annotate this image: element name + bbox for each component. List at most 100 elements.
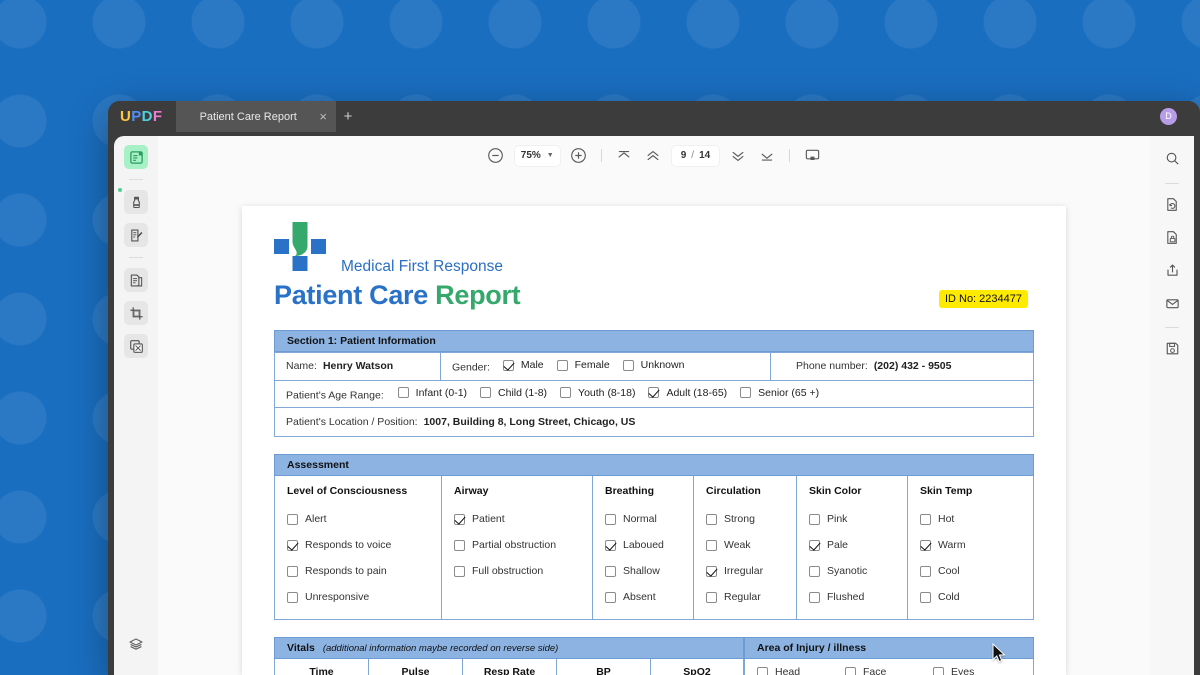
checkbox-icon[interactable] [287,539,298,551]
option-regular[interactable]: Regular [706,584,796,610]
option-label: Laboued [623,539,664,551]
zoom-in-icon[interactable] [569,146,589,166]
age-option-youth[interactable]: Youth (8-18) [560,387,635,399]
gender-option-male[interactable]: Male [502,359,544,371]
gender-option-female[interactable]: Female [556,359,610,371]
option-alert[interactable]: Alert [287,506,441,532]
option-laboued[interactable]: Laboued [605,532,693,558]
option-patient[interactable]: Patient [454,506,592,532]
checkbox-icon[interactable] [560,387,572,398]
pdf-page[interactable]: Medical First Response Patient Care Repo… [242,206,1066,675]
zoom-level-select[interactable]: 75% ▼ [514,145,560,166]
checkbox-icon[interactable] [454,565,465,577]
checkbox-icon[interactable] [605,539,616,551]
save-icon[interactable] [1162,338,1182,358]
checkbox-icon[interactable] [920,591,931,603]
checkbox-icon[interactable] [502,359,514,371]
crop-page-icon[interactable] [124,301,148,325]
checkbox-icon[interactable] [809,539,820,551]
new-tab-button[interactable]: + [338,107,358,126]
option-warm[interactable]: Warm [920,532,1027,558]
ocr-document-icon[interactable] [1162,194,1182,214]
option-hot[interactable]: Hot [920,506,1027,532]
annotate-highlighter-icon[interactable] [124,190,148,214]
checkbox-icon[interactable] [287,565,298,577]
checkbox-icon[interactable] [706,565,717,577]
option-responds-to-pain[interactable]: Responds to pain [287,558,441,584]
checkbox-icon[interactable] [556,359,568,371]
checkbox-icon[interactable] [933,666,944,675]
checkbox-icon[interactable] [454,539,465,551]
document-tab[interactable]: Patient Care Report × [176,101,336,132]
option-responds-to-voice[interactable]: Responds to voice [287,532,441,558]
assessment-column-skin-temp: Skin Temp Hot Warm Cool Cold [908,476,1027,619]
table-row: Patient's Age Range: Infant (0-1) Child … [274,379,1034,408]
share-icon[interactable] [1162,260,1182,280]
edit-pdf-icon[interactable] [124,223,148,247]
checkbox-icon[interactable] [920,513,931,525]
checkbox-icon[interactable] [706,591,717,603]
previous-page-icon[interactable] [643,146,663,166]
checkbox-icon[interactable] [845,666,856,675]
checkbox-icon[interactable] [809,565,820,577]
age-option-adult[interactable]: Adult (18-65) [648,387,727,399]
option-syanotic[interactable]: Syanotic [809,558,907,584]
layers-icon[interactable] [124,632,148,656]
close-icon[interactable]: × [310,110,336,123]
checkbox-icon[interactable] [706,513,717,525]
page-number-input[interactable]: 9 / 14 [671,145,720,166]
option-full-obstruction[interactable]: Full obstruction [454,558,592,584]
option-cold[interactable]: Cold [920,584,1027,610]
page-title: Patient Care Report [274,280,521,311]
checkbox-icon[interactable] [605,565,616,577]
page-organize-icon[interactable] [124,268,148,292]
checkbox-icon[interactable] [622,359,634,371]
presentation-icon[interactable] [802,146,822,166]
checkbox-icon[interactable] [809,513,820,525]
checkbox-icon[interactable] [287,591,298,603]
email-icon[interactable] [1162,293,1182,313]
checkbox-icon[interactable] [757,666,768,675]
age-option-child[interactable]: Child (1-8) [480,387,547,399]
option-flushed[interactable]: Flushed [809,584,907,610]
first-page-icon[interactable] [614,146,634,166]
convert-pdf-icon[interactable] [124,334,148,358]
checkbox-icon[interactable] [397,387,409,398]
checkbox-icon[interactable] [605,513,616,525]
checkbox-icon[interactable] [480,387,492,398]
option-irregular[interactable]: Irregular [706,558,796,584]
option-partial-obstruction[interactable]: Partial obstruction [454,532,592,558]
injury-option-head[interactable]: Head [757,666,832,675]
last-page-icon[interactable] [757,146,777,166]
injury-option-face[interactable]: Face [845,666,920,675]
option-cool[interactable]: Cool [920,558,1027,584]
age-option-infant[interactable]: Infant (0-1) [397,387,467,399]
option-normal[interactable]: Normal [605,506,693,532]
protect-document-icon[interactable] [1162,227,1182,247]
checkbox-icon[interactable] [454,513,465,525]
checkbox-icon[interactable] [920,565,931,577]
checkbox-icon[interactable] [706,539,717,551]
checkbox-icon[interactable] [809,591,820,603]
option-absent[interactable]: Absent [605,584,693,610]
age-option-senior[interactable]: Senior (65 +) [740,387,819,399]
assessment-column-consciousness: Level of Consciousness Alert Responds to… [275,476,442,619]
option-pale[interactable]: Pale [809,532,907,558]
option-pink[interactable]: Pink [809,506,907,532]
checkbox-icon[interactable] [920,539,931,551]
avatar[interactable]: D [1160,108,1177,125]
reader-view-icon[interactable] [124,145,148,169]
next-page-icon[interactable] [728,146,748,166]
injury-option-eyes[interactable]: Eyes [933,666,1008,675]
option-strong[interactable]: Strong [706,506,796,532]
gender-option-unknown[interactable]: Unknown [622,359,684,371]
checkbox-icon[interactable] [287,513,298,525]
checkbox-icon[interactable] [605,591,616,603]
search-icon[interactable] [1162,148,1182,168]
checkbox-icon[interactable] [740,387,752,398]
checkbox-icon[interactable] [648,387,660,398]
option-shallow[interactable]: Shallow [605,558,693,584]
zoom-out-icon[interactable] [486,146,506,166]
option-unresponsive[interactable]: Unresponsive [287,584,441,610]
option-weak[interactable]: Weak [706,532,796,558]
